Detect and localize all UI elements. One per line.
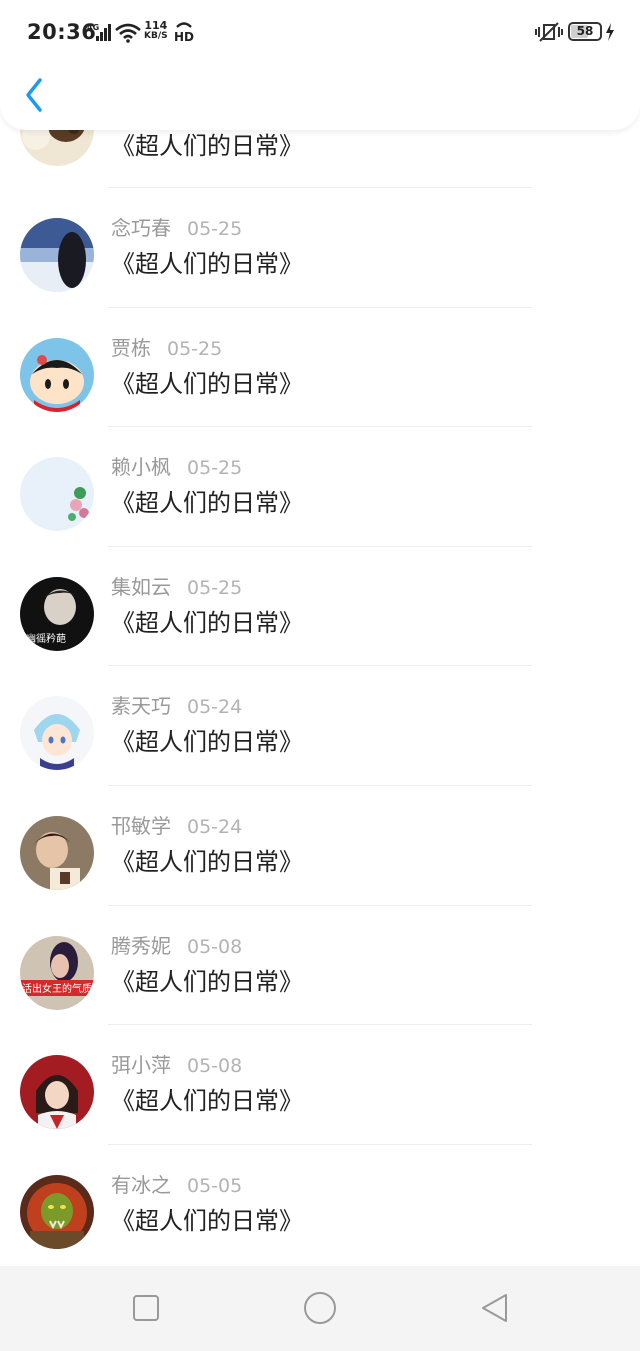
item-title: 《超人们的日常》	[111, 369, 303, 398]
net-speed: 114 KB/S	[144, 19, 168, 41]
chevron-left-icon	[26, 78, 42, 112]
item-date: 05-25	[187, 576, 243, 599]
item-meta: 素天巧 05-24	[111, 694, 242, 719]
network-type-label: 4G	[87, 23, 99, 32]
item-title: 《超人们的日常》	[111, 132, 303, 160]
list-item[interactable]: 素天巧 05-24 《超人们的日常》	[0, 666, 640, 786]
list-item[interactable]: 贾栋 05-25 《超人们的日常》	[0, 308, 640, 428]
item-date: 05-08	[187, 935, 243, 958]
item-title: 《超人们的日常》	[111, 847, 303, 876]
avatar-caption: 幽徭矜葩	[26, 632, 66, 645]
list-item[interactable]: 邗敏学 05-24 《超人们的日常》	[0, 786, 640, 906]
user-name: 素天巧	[111, 694, 171, 719]
item-date: 05-08	[187, 1055, 243, 1078]
list-item[interactable]: 幽徭矜葩 集如云 05-25 《超人们的日常》	[0, 547, 640, 667]
avatar-caption: 活出女王的气质	[22, 982, 92, 995]
status-time: 20:36	[27, 20, 97, 44]
square-icon	[133, 1295, 159, 1321]
item-meta: 赖小枫 05-25	[111, 455, 242, 480]
item-title: 《超人们的日常》	[111, 1206, 303, 1235]
user-name: 有冰之	[111, 1172, 171, 1197]
list-item[interactable]: 念巧春 05-25 《超人们的日常》	[0, 188, 640, 308]
avatar	[20, 1174, 94, 1249]
avatar: 幽徭矜葩	[20, 576, 94, 651]
item-title: 《超人们的日常》	[111, 608, 303, 637]
user-name: 弭小萍	[111, 1053, 171, 1078]
top-bar: 20:36 4G 114 KB/S HD 58	[0, 0, 640, 130]
cellular-signal-icon: 4G	[87, 23, 111, 41]
item-meta: 有冰之 05-05	[111, 1173, 242, 1198]
user-name: 邗敏学	[111, 813, 171, 838]
item-meta: 念巧春 05-25	[111, 216, 242, 241]
back-button[interactable]	[18, 74, 52, 116]
net-speed-unit: KB/S	[144, 31, 168, 41]
user-name: 集如云	[111, 574, 171, 599]
item-title: 《超人们的日常》	[111, 1087, 303, 1116]
avatar	[20, 696, 94, 771]
item-title: 《超人们的日常》	[111, 728, 303, 757]
avatar	[20, 337, 94, 412]
net-speed-value: 114	[144, 19, 168, 32]
battery-indicator: 58	[568, 22, 602, 41]
battery-percent: 58	[576, 24, 594, 38]
user-name: 赖小枫	[111, 455, 171, 480]
charging-bolt-icon	[606, 23, 614, 41]
hd-label: HD	[174, 30, 194, 43]
item-title: 《超人们的日常》	[111, 967, 303, 996]
item-date: 05-25	[167, 337, 223, 360]
item-date: 05-24	[187, 696, 243, 719]
item-meta: 邗敏学 05-24	[111, 814, 242, 839]
avatar	[20, 457, 94, 532]
system-back-button[interactable]	[476, 1290, 512, 1326]
user-name: 念巧春	[111, 216, 171, 240]
avatar	[20, 815, 94, 890]
list-item[interactable]: 弭小萍 05-08 《超人们的日常》	[0, 1025, 640, 1145]
list-item[interactable]: 赖小枫 05-25 《超人们的日常》	[0, 427, 640, 547]
item-meta: 集如云 05-25	[111, 575, 242, 600]
home-button[interactable]	[302, 1290, 338, 1326]
item-date: 05-24	[187, 815, 243, 838]
item-meta: 贾栋 05-25	[111, 336, 222, 361]
item-date: 05-25	[187, 457, 243, 480]
hd-voice-icon: HD	[174, 22, 194, 43]
user-name: 贾栋	[111, 335, 151, 360]
circle-icon	[304, 1292, 336, 1324]
item-date: 05-05	[187, 1174, 243, 1197]
avatar	[20, 1055, 94, 1130]
list-item[interactable]: 有冰之 05-05 《超人们的日常》	[0, 1145, 640, 1265]
avatar: 活出女王的气质	[20, 935, 94, 1010]
item-meta: 腾秀妮 05-08	[111, 934, 242, 959]
user-name: 腾秀妮	[111, 933, 171, 958]
avatar	[20, 218, 94, 292]
list-item[interactable]: 活出女王的气质 腾秀妮 05-08 《超人们的日常》	[0, 906, 640, 1026]
recent-apps-button[interactable]	[128, 1290, 164, 1326]
navigation-bar	[0, 1266, 640, 1351]
item-date: 05-25	[187, 218, 243, 240]
triangle-back-icon	[482, 1294, 507, 1322]
wifi-icon	[115, 23, 141, 43]
user-list: 《超人们的日常》 念巧春 05-25 《超人们的日常》 贾栋 05-25 《超人…	[0, 90, 640, 1264]
item-title: 《超人们的日常》	[111, 250, 303, 278]
item-meta: 弭小萍 05-08	[111, 1053, 242, 1078]
item-title: 《超人们的日常》	[111, 489, 303, 518]
vibrate-mode-icon	[535, 22, 563, 42]
